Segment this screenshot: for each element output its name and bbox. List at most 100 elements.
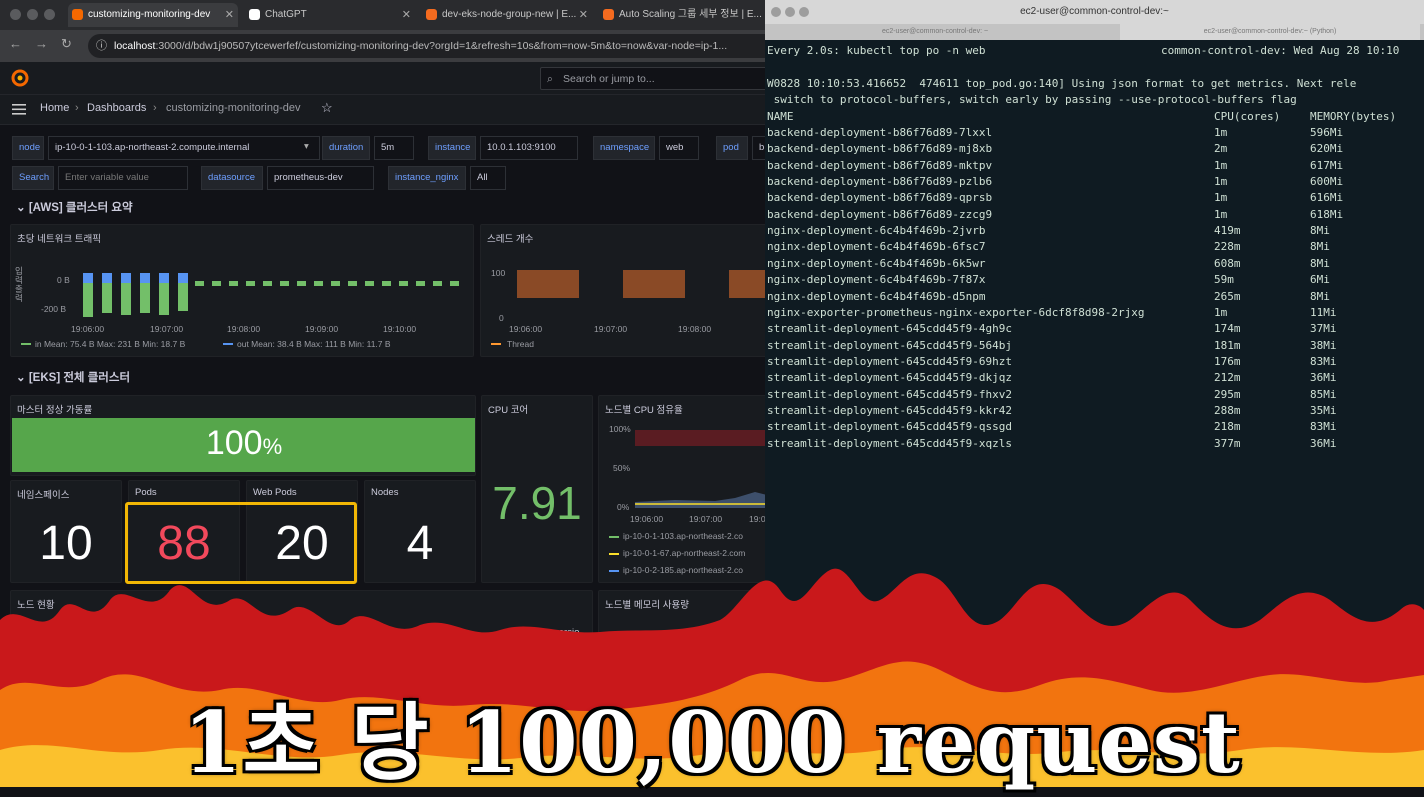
- grafana-favicon-icon: [72, 9, 83, 20]
- panel-master-uptime[interactable]: 마스터 정상 가동률 100%: [10, 395, 476, 476]
- cell: v1.30.2-ek: [535, 651, 580, 662]
- terminal-pod-name: streamlit-deployment-645cdd45f9-fhxv2: [767, 387, 1013, 401]
- cpu-cores-value: 7.91: [492, 477, 582, 529]
- legend-in[interactable]: in Mean: 75.4 B Max: 231 B Min: 18.7 B: [35, 339, 185, 349]
- y-tick: 50%: [613, 463, 631, 473]
- nodes-count: 4: [406, 517, 434, 570]
- window-minimize-dot[interactable]: [27, 9, 38, 20]
- close-icon[interactable]: ✕: [579, 3, 588, 27]
- window-maximize-dot[interactable]: [799, 7, 809, 17]
- in-bar: [212, 281, 221, 286]
- panel-thread-count[interactable]: 스레드 개수 100 0 19:06:00 19:07:00 19:08:00 …: [480, 224, 765, 357]
- terminal-pod-cpu: 1m: [1214, 126, 1228, 139]
- panel-network-traffic[interactable]: 초당 네트워크 트래픽 입력 출력 0 B -200 B 19:06:00 19…: [10, 224, 474, 357]
- star-icon[interactable]: ☆: [321, 100, 333, 116]
- variable-value[interactable]: ip-10-0-1-103.ap-northeast-2.compute.int…: [48, 136, 320, 160]
- legend-item[interactable]: ip-10-0-1-67.ap-northeast-2.com: [623, 548, 745, 558]
- in-bar: [365, 281, 374, 286]
- in-bar: [263, 281, 272, 286]
- variable-value[interactable]: 10.0.1.103:9100: [480, 136, 578, 160]
- row-title: [EKS] 전체 클러스터: [28, 372, 131, 384]
- tab-auto-scaling[interactable]: Auto Scaling 그룹 세부 정보 | E...: [599, 3, 765, 27]
- variable-value[interactable]: b: [752, 136, 765, 160]
- window-maximize-dot[interactable]: [44, 9, 55, 20]
- url-host: localhost: [114, 40, 156, 52]
- back-arrow-icon[interactable]: ←: [9, 36, 22, 51]
- in-bar: [331, 281, 340, 286]
- in-bar: [382, 281, 391, 286]
- terminal-pod-cpu: 181m: [1214, 338, 1241, 352]
- breadcrumb-home[interactable]: Home: [40, 102, 69, 114]
- terminal-pod-name: nginx-deployment-6c4b4f469b-2jvrb: [767, 224, 986, 238]
- terminal-pod-cpu: 1m: [1214, 191, 1228, 205]
- panel-node-cpu[interactable]: 노드별 CPU 점유율 100% 50% 0% 19:06:00 19:07:0…: [598, 395, 765, 583]
- legend-swatch: [609, 553, 619, 555]
- legend-item[interactable]: ip-10-0-1-103.ap-northeast-2.co: [623, 531, 743, 541]
- grafana-logo-icon[interactable]: [11, 69, 29, 87]
- cell: ip-10-0-1-103.ap-northeast-2.comp: [21, 651, 169, 662]
- terminal-tab[interactable]: ec2-user@common-control-dev: ~: [765, 24, 1105, 40]
- legend-out[interactable]: out Mean: 38.4 B Max: 111 B Min: 11.7 B: [237, 339, 391, 349]
- variable-value[interactable]: prometheus-dev: [267, 166, 374, 190]
- legend-thread[interactable]: Thread: [507, 339, 534, 349]
- column-k8s-version[interactable]: K8s versio: [535, 627, 579, 638]
- variable-value[interactable]: All: [470, 166, 506, 190]
- variable-search-input[interactable]: Enter variable value: [58, 166, 188, 190]
- terminal-pod-name: streamlit-deployment-645cdd45f9-xqzls: [767, 436, 1013, 450]
- tab-eks-node-group[interactable]: dev-eks-node-group-new | E... ✕: [422, 3, 592, 27]
- column-node-name[interactable]: Node name ↑: [21, 627, 78, 638]
- cell: 5.10.220-209.869.amzn2.x86_64: [313, 651, 453, 662]
- search-input[interactable]: ⌕ Search or jump to...: [540, 67, 765, 90]
- x-tick: 19:06:00: [71, 324, 105, 334]
- terminal-pod-cpu: 218m: [1214, 420, 1241, 434]
- window-close-dot[interactable]: [771, 7, 781, 17]
- terminal-titlebar: ec2-user@common-control-dev:~: [765, 0, 1424, 24]
- panel-namespaces[interactable]: 네임스페이스 10: [10, 480, 122, 583]
- y-tick: 0 B: [57, 275, 70, 285]
- variable-value[interactable]: 5m: [374, 136, 414, 160]
- x-tick: 19:06:00: [630, 514, 664, 524]
- window-close-dot[interactable]: [10, 9, 21, 20]
- tab-chatgpt[interactable]: ChatGPT ✕: [245, 3, 415, 27]
- variable-label: pod: [716, 136, 748, 160]
- close-icon[interactable]: ✕: [225, 3, 234, 27]
- site-info-icon[interactable]: ⓘ: [96, 34, 107, 58]
- terminal-pod-memory: 620Mi: [1310, 142, 1344, 156]
- terminal-tab[interactable]: ec2-user@common-control-dev:~ (Python): [1120, 24, 1420, 40]
- y-axis-label: 입력 출력: [15, 266, 23, 303]
- terminal-pod-memory: 35Mi: [1310, 403, 1337, 417]
- legend-swatch: [609, 536, 619, 538]
- legend-item[interactable]: ip-10-0-2-185.ap-northeast-2.co: [623, 565, 743, 575]
- in-bar: [229, 281, 238, 286]
- network-chart: [83, 273, 459, 317]
- menu-icon[interactable]: [12, 104, 26, 115]
- url-input[interactable]: ⓘ localhost:3000/d/bdw1j90507ytcewerfef/…: [88, 34, 765, 58]
- y-tick: 0: [499, 313, 504, 323]
- breadcrumb-dashboards[interactable]: Dashboards: [87, 102, 146, 114]
- variable-value[interactable]: web: [659, 136, 699, 160]
- window-minimize-dot[interactable]: [785, 7, 795, 17]
- terminal-pod-memory: 8Mi: [1310, 289, 1330, 303]
- terminal-warning-line: W0828 10:10:53.416652 474611 top_pod.go:…: [767, 77, 1357, 90]
- thread-block: [517, 270, 579, 298]
- terminal-pod-name: nginx-exporter-prometheus-nginx-exporter…: [767, 305, 1145, 319]
- panel-cpu-cores[interactable]: CPU 코어 7.91: [481, 395, 593, 583]
- terminal-pod-memory: 11Mi: [1310, 305, 1337, 319]
- terminal-pod-memory: 83Mi: [1310, 354, 1337, 368]
- reload-icon[interactable]: ↻: [61, 36, 72, 52]
- column-os-version[interactable]: OS version: [209, 627, 256, 638]
- forward-arrow-icon[interactable]: →: [35, 36, 48, 51]
- terminal-pod-name: backend-deployment-b86f76d89-mj8xb: [767, 142, 993, 156]
- row-aws-summary[interactable]: ⌄ [AWS] 클러스터 요약: [16, 199, 133, 215]
- close-icon[interactable]: ✕: [402, 3, 411, 27]
- tab-grafana[interactable]: customizing-monitoring-dev ✕: [68, 3, 238, 27]
- panel-nodes[interactable]: Nodes 4: [364, 480, 476, 583]
- variable-label: instance_nginx: [388, 166, 466, 190]
- column-kernel-version[interactable]: Kernel version: [313, 627, 374, 638]
- in-bar: [297, 281, 306, 286]
- node-cpu-chart: [635, 492, 765, 508]
- row-eks-cluster[interactable]: ⌄ [EKS] 전체 클러스터: [16, 369, 130, 385]
- terminal-pod-cpu: 265m: [1214, 289, 1241, 303]
- terminal-pod-cpu: 419m: [1214, 224, 1241, 238]
- terminal-pod-name: streamlit-deployment-645cdd45f9-69hzt: [767, 354, 1013, 368]
